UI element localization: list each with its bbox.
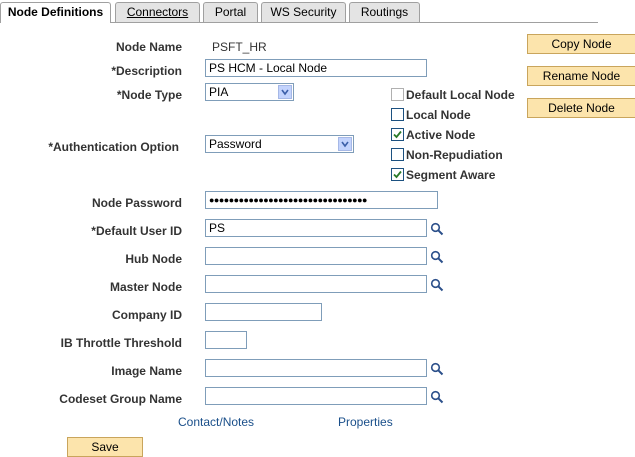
tab-node-definitions[interactable]: Node Definitions	[0, 2, 111, 23]
copy-node-button[interactable]: Copy Node	[527, 34, 635, 54]
node-type-select[interactable]: PIA	[205, 83, 294, 101]
tab-portal-label: Portal	[214, 5, 247, 19]
tab-connectors-label: Connectors	[126, 5, 189, 19]
node-name-label: Node Name	[115, 40, 182, 54]
image-name-input[interactable]	[205, 359, 427, 377]
throttle-threshold-input[interactable]	[205, 331, 247, 349]
node-type-label: *Node Type	[116, 88, 182, 102]
magnifier-icon[interactable]	[430, 390, 444, 404]
image-name-label: Image Name	[111, 364, 182, 378]
auth-option-select[interactable]: Password	[205, 135, 354, 153]
auth-option-label: *Authentication Option	[48, 140, 179, 154]
save-button[interactable]: Save	[67, 437, 143, 457]
hub-node-label: Hub Node	[125, 252, 182, 266]
codeset-group-label: Codeset Group Name	[59, 392, 182, 406]
description-label: *Description	[111, 64, 182, 78]
check-icon	[393, 130, 402, 139]
chevron-down-icon[interactable]	[278, 85, 292, 99]
magnifier-icon[interactable]	[430, 222, 444, 236]
tab-portal[interactable]: Portal	[203, 2, 258, 22]
tab-routings[interactable]: Routings	[349, 2, 420, 22]
local-node-label: Local Node	[406, 108, 471, 122]
node-name-value: PSFT_HR	[212, 40, 267, 54]
master-node-label: Master Node	[109, 280, 182, 294]
tab-routings-label: Routings	[360, 5, 409, 19]
active-node-checkbox[interactable]	[391, 128, 404, 141]
magnifier-icon[interactable]	[430, 278, 444, 292]
chevron-down-icon[interactable]	[338, 137, 352, 151]
active-node-label: Active Node	[406, 128, 476, 142]
auth-option-value: Password	[209, 137, 262, 151]
node-password-input[interactable]: ●●●●●●●●●●●●●●●●●●●●●●●●●●●●●●●●	[205, 191, 438, 209]
check-icon	[393, 170, 402, 179]
default-user-label: *Default User ID	[91, 224, 182, 238]
codeset-group-input[interactable]	[205, 387, 427, 405]
magnifier-icon[interactable]	[430, 362, 444, 376]
segment-aware-label: Segment Aware	[406, 168, 496, 182]
description-input[interactable]: PS HCM - Local Node	[205, 59, 427, 77]
node-password-label: Node Password	[91, 196, 182, 210]
node-type-value: PIA	[209, 85, 229, 99]
tab-connectors[interactable]: Connectors	[115, 2, 200, 22]
non-repudiation-label: Non-Repudiation	[406, 148, 503, 162]
default-user-input[interactable]: PS	[205, 219, 427, 237]
properties-link[interactable]: Properties	[338, 415, 393, 429]
segment-aware-checkbox[interactable]	[391, 168, 404, 181]
tab-ws-security[interactable]: WS Security	[261, 2, 346, 22]
default-local-node-label: Default Local Node	[406, 88, 515, 102]
default-local-node-checkbox[interactable]	[391, 88, 404, 101]
company-id-input[interactable]	[205, 303, 322, 321]
master-node-input[interactable]	[205, 275, 427, 293]
tab-ws-security-label: WS Security	[270, 5, 337, 19]
delete-node-button[interactable]: Delete Node	[527, 98, 635, 118]
non-repudiation-checkbox[interactable]	[391, 148, 404, 161]
local-node-checkbox[interactable]	[391, 108, 404, 121]
rename-node-button[interactable]: Rename Node	[527, 66, 635, 86]
throttle-threshold-label: IB Throttle Threshold	[60, 336, 182, 350]
magnifier-icon[interactable]	[430, 250, 444, 264]
hub-node-input[interactable]	[205, 247, 427, 265]
contact-notes-link[interactable]: Contact/Notes	[178, 415, 254, 429]
company-id-label: Company ID	[111, 308, 182, 322]
